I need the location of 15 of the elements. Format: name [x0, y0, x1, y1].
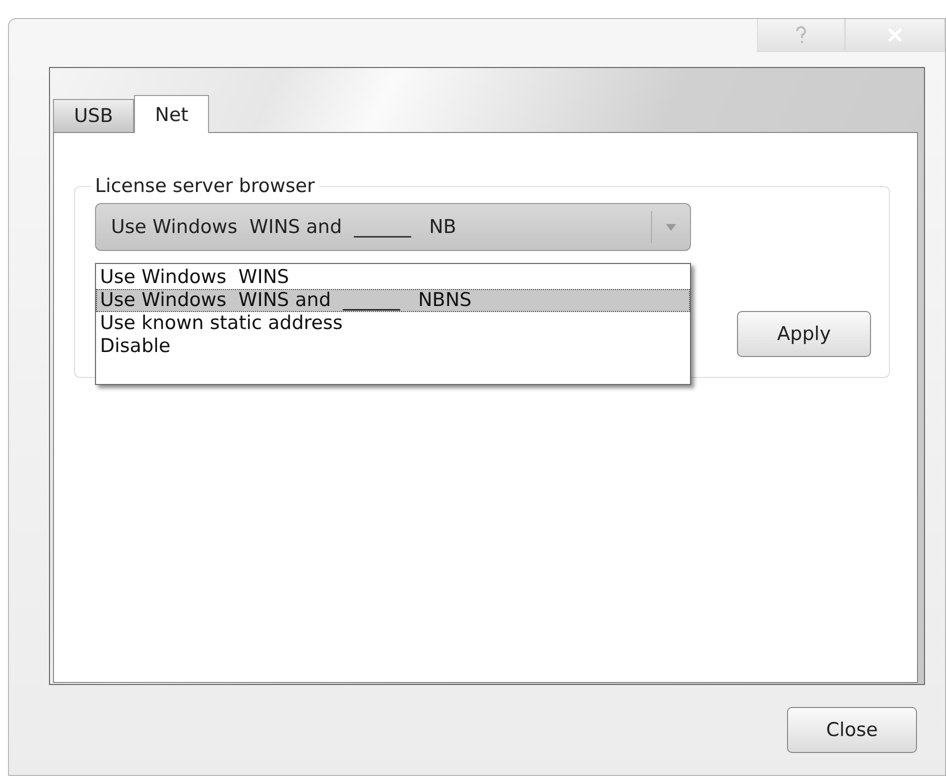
close-button[interactable]: Close	[787, 707, 917, 753]
help-icon	[795, 26, 807, 44]
close-icon	[888, 28, 902, 42]
group-title: License server browser	[94, 175, 316, 197]
dropdown-option[interactable]: Use Windows WINS and ______ NBNS	[96, 289, 690, 312]
help-button[interactable]	[757, 19, 845, 52]
dropdown-option[interactable]: Use Windows WINS	[96, 266, 690, 289]
caret-icon	[666, 224, 676, 230]
dropdown-option[interactable]: Use known static address	[96, 312, 690, 335]
tab[interactable]: USB	[53, 99, 134, 132]
dropdown-option[interactable]: Disable	[96, 335, 690, 358]
apply-button[interactable]: Apply	[737, 311, 871, 357]
tab[interactable]: Net	[134, 95, 210, 133]
dropdown[interactable]: Use Windows WINS and ______ NB	[95, 203, 691, 251]
close-window-button[interactable]	[845, 19, 945, 52]
